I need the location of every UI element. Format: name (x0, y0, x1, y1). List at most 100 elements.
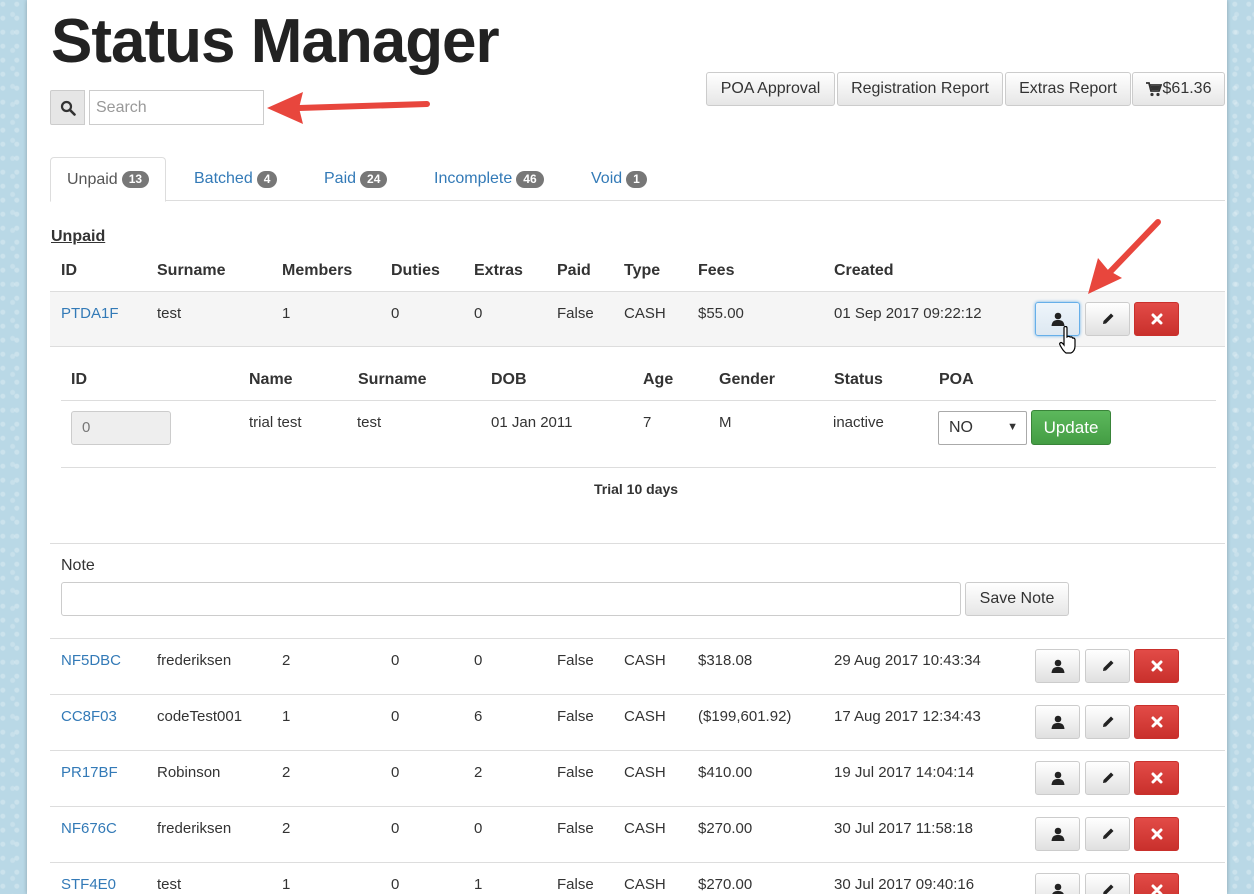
poa-select[interactable]: NO ▼ (938, 411, 1027, 445)
member-id-field[interactable]: 0 (71, 411, 171, 445)
member-header-id: ID (71, 371, 87, 388)
row-members: 1 (282, 305, 291, 322)
row-fees: $55.00 (698, 305, 744, 322)
column-header-type: Type (624, 262, 661, 279)
tab-label: Void (591, 170, 623, 187)
row-duties: 0 (391, 652, 400, 669)
member-header-gender: Gender (719, 371, 776, 388)
row-type: CASH (624, 876, 666, 893)
registration-report-button[interactable]: Registration Report (837, 72, 1003, 106)
row-surname: Robinson (157, 764, 221, 781)
tab-void[interactable]: Void 1 (575, 157, 663, 201)
tab-label: Paid (324, 170, 357, 187)
row-id-link[interactable]: PR17BF (61, 764, 118, 781)
row-created: 30 Jul 2017 11:58:18 (834, 820, 974, 837)
view-members-button[interactable] (1035, 649, 1080, 683)
edit-button[interactable] (1085, 817, 1130, 851)
tab-unpaid[interactable]: Unpaid 13 (50, 157, 167, 202)
column-header-members: Members (282, 262, 353, 279)
pencil-icon (1102, 828, 1113, 839)
search-input[interactable] (89, 90, 264, 125)
delete-button[interactable] (1134, 761, 1179, 795)
edit-button[interactable] (1085, 302, 1130, 336)
count-badge: 4 (256, 170, 278, 188)
row-type: CASH (624, 764, 666, 781)
annotation-arrow-icon (1088, 219, 1161, 294)
row-extras: 0 (474, 305, 483, 322)
edit-button[interactable] (1085, 705, 1130, 739)
annotation-arrow-icon (267, 92, 430, 124)
row-created: 29 Aug 2017 10:43:34 (834, 652, 981, 669)
tab-label: Unpaid (67, 170, 118, 188)
delete-button[interactable] (1134, 817, 1179, 851)
note-input[interactable] (61, 582, 961, 616)
extras-report-button[interactable]: Extras Report (1005, 72, 1131, 106)
pencil-icon (1102, 716, 1113, 727)
user-icon (1051, 715, 1064, 729)
search-button[interactable] (50, 90, 85, 125)
count-badge: 46 (516, 170, 544, 188)
close-icon (1151, 716, 1162, 728)
row-fees: $318.08 (698, 652, 753, 669)
member-surname: test (357, 414, 382, 431)
member-status: inactive (833, 414, 884, 431)
tab-incomplete[interactable]: Incomplete 46 (418, 157, 560, 201)
close-icon (1151, 660, 1162, 672)
trial-info: Trial 10 days (594, 481, 679, 497)
update-button[interactable]: Update (1031, 410, 1111, 445)
view-members-button[interactable] (1035, 817, 1080, 851)
view-members-button[interactable] (1035, 761, 1080, 795)
edit-button[interactable] (1085, 649, 1130, 683)
row-paid: False (557, 305, 594, 322)
row-id-link[interactable]: PTDA1F (61, 305, 119, 322)
row-members: 2 (282, 820, 291, 837)
delete-button[interactable] (1134, 302, 1179, 336)
member-header-age: Age (643, 371, 674, 388)
cart-button[interactable]: $61.36 (1132, 72, 1225, 106)
section-title: Unpaid (51, 228, 106, 245)
tab-paid[interactable]: Paid 24 (308, 157, 403, 201)
row-id-link[interactable]: STF4E0 (61, 876, 116, 893)
row-extras: 1 (474, 876, 483, 893)
dropdown-caret-icon: ▼ (1007, 421, 1018, 433)
view-members-button[interactable] (1035, 873, 1080, 894)
row-duties: 0 (391, 820, 400, 837)
row-duties: 0 (391, 764, 400, 781)
delete-button[interactable] (1134, 649, 1179, 683)
row-surname: codeTest001 (157, 708, 243, 725)
member-header-name: Name (249, 371, 293, 388)
delete-button[interactable] (1134, 873, 1179, 894)
row-paid: False (557, 876, 594, 893)
user-icon (1051, 883, 1064, 894)
pencil-icon (1102, 772, 1113, 783)
poa-selected-value: NO (949, 419, 973, 436)
row-id-link[interactable]: NF5DBC (61, 652, 121, 669)
edit-button[interactable] (1085, 761, 1130, 795)
pencil-icon (1102, 660, 1113, 671)
mouse-cursor-icon (1059, 326, 1076, 354)
column-header-surname: Surname (157, 262, 226, 279)
registration-report-label: Registration Report (851, 80, 989, 97)
count-badge: 24 (360, 170, 388, 188)
column-header-id: ID (61, 262, 77, 279)
row-type: CASH (624, 820, 666, 837)
edit-button[interactable] (1085, 873, 1130, 894)
view-members-button[interactable] (1035, 705, 1080, 739)
save-note-button[interactable]: Save Note (965, 582, 1069, 616)
user-icon (1051, 659, 1064, 673)
row-members: 1 (282, 876, 291, 893)
poa-approval-button[interactable]: POA Approval (706, 72, 835, 106)
close-icon (1151, 313, 1162, 325)
row-paid: False (557, 820, 594, 837)
close-icon (1151, 772, 1162, 784)
user-icon (1051, 827, 1064, 841)
page-title: Status Manager (51, 7, 500, 76)
update-label: Update (1043, 417, 1099, 437)
row-id-link[interactable]: NF676C (61, 820, 117, 837)
divider (50, 543, 1225, 544)
row-id-link[interactable]: CC8F03 (61, 708, 117, 725)
search-icon (60, 100, 76, 116)
tab-batched[interactable]: Batched 4 (178, 157, 293, 201)
row-surname: frederiksen (157, 652, 232, 669)
delete-button[interactable] (1134, 705, 1179, 739)
